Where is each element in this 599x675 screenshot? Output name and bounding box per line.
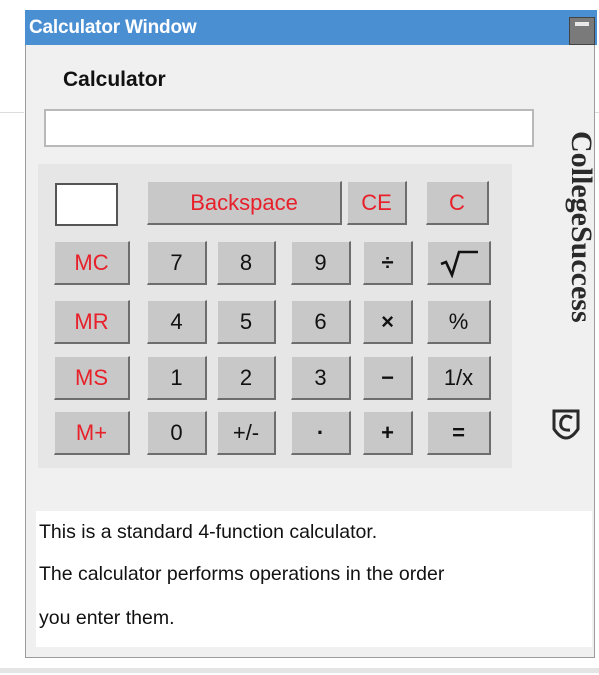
shield-icon (552, 409, 580, 440)
calculator-display[interactable] (44, 109, 534, 147)
memory-add-button[interactable]: M+ (54, 411, 130, 455)
calculator-window: Calculator Window Calculator Backspace C… (25, 10, 598, 658)
info-panel: This is a standard 4-function calculator… (36, 511, 592, 647)
calculator-heading: Calculator (63, 68, 166, 91)
brand-text: CollegeSuccess (565, 131, 594, 323)
minimize-button[interactable] (569, 17, 595, 45)
memory-clear-button[interactable]: MC (54, 241, 130, 285)
memory-store-button[interactable]: MS (54, 356, 130, 400)
decimal-button[interactable]: · (291, 411, 351, 455)
percent-button[interactable]: % (427, 300, 491, 344)
sign-toggle-button[interactable]: +/- (217, 411, 276, 455)
divide-button[interactable]: ÷ (363, 241, 413, 285)
digit-3-button[interactable]: 3 (291, 356, 351, 400)
background-rule (0, 112, 24, 113)
add-button[interactable]: + (363, 411, 413, 455)
memory-indicator (55, 183, 118, 226)
multiply-button[interactable]: × (363, 300, 413, 344)
digit-0-button[interactable]: 0 (147, 411, 207, 455)
memory-recall-button[interactable]: MR (54, 300, 130, 344)
info-line-3: you enter them. (39, 607, 175, 629)
digit-6-button[interactable]: 6 (291, 300, 351, 344)
digit-9-button[interactable]: 9 (291, 241, 351, 285)
square-root-icon (440, 250, 478, 278)
info-line-2: The calculator performs operations in th… (39, 563, 445, 585)
digit-4-button[interactable]: 4 (147, 300, 207, 344)
subtract-button[interactable]: − (363, 356, 413, 400)
info-line-1: This is a standard 4-function calculator… (39, 521, 378, 543)
square-root-button[interactable] (427, 241, 491, 285)
backspace-button[interactable]: Backspace (147, 181, 342, 225)
window-title: Calculator Window (29, 17, 197, 38)
reciprocal-button[interactable]: 1/x (427, 356, 491, 400)
clear-button[interactable]: C (426, 181, 489, 225)
equals-button[interactable]: = (427, 411, 491, 455)
digit-1-button[interactable]: 1 (147, 356, 207, 400)
digit-2-button[interactable]: 2 (217, 356, 276, 400)
collegesuccess-logo: CollegeSuccess (534, 121, 598, 451)
window-titlebar[interactable]: Calculator Window (25, 10, 597, 45)
digit-5-button[interactable]: 5 (217, 300, 276, 344)
digit-7-button[interactable]: 7 (147, 241, 207, 285)
background-rule (0, 668, 599, 673)
clear-entry-button[interactable]: CE (347, 181, 407, 225)
digit-8-button[interactable]: 8 (217, 241, 276, 285)
